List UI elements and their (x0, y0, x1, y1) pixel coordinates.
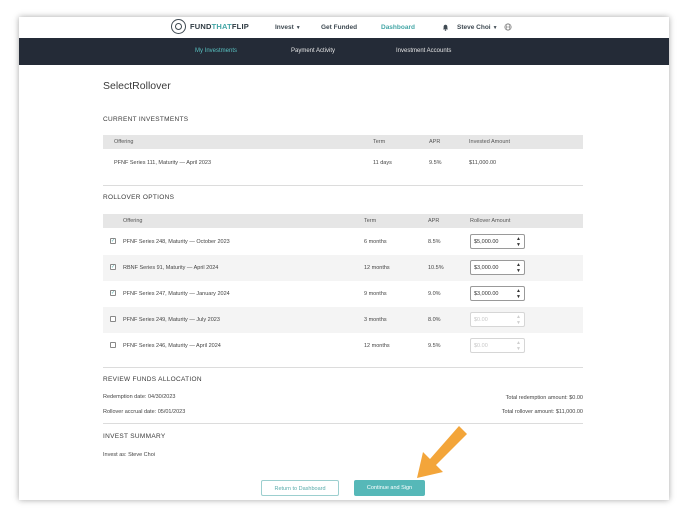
logo[interactable]: FUNDTHATFLIP (171, 19, 249, 34)
row-term: 11 days (373, 160, 392, 166)
col-term: Term (373, 139, 386, 145)
bell-icon[interactable] (442, 24, 449, 33)
row-term: 12 months (364, 265, 390, 271)
row-offering: PFNF Series 249, Maturity — July 2023 (123, 317, 220, 323)
table-row: PFNF Series 246, Maturity — April 2024 1… (103, 333, 583, 359)
total-rollover-amount: Total rollover amount: $11,000.00 (501, 409, 583, 415)
tab-my-investments[interactable]: My Investments (195, 48, 237, 54)
col-offering: Offering (123, 218, 143, 224)
table-row: ✓ PFNF Series 248, Maturity — October 20… (103, 229, 583, 255)
row-apr: 9.5% (428, 343, 441, 349)
col-invested-amount: Invested Amount (469, 139, 510, 145)
col-term: Term (364, 218, 377, 224)
table-row: ✓ PFNF Series 247, Maturity — January 20… (103, 281, 583, 307)
nav-get-funded[interactable]: Get Funded (321, 24, 357, 31)
stepper-icon[interactable]: ▲ ▼ (516, 314, 521, 326)
row-offering: PFNF Series 246, Maturity — April 2024 (123, 343, 221, 349)
stepper-icon[interactable]: ▲ ▼ (516, 262, 521, 274)
divider (103, 367, 583, 368)
page-title: SelectRollover (103, 80, 171, 92)
row-checkbox[interactable] (110, 316, 116, 322)
rollover-options-title: ROLLOVER OPTIONS (103, 194, 175, 201)
total-redemption-amount: Total redemption amount: $0.00 (505, 395, 583, 401)
app-window: FUNDTHATFLIP Invest ▼ Get Funded Dashboar… (19, 17, 669, 500)
top-nav: FUNDTHATFLIP Invest ▼ Get Funded Dashboar… (19, 17, 669, 38)
stepper-icon[interactable]: ▲ ▼ (516, 288, 521, 300)
row-offering: PFNF Series 111, Maturity — April 2023 (114, 160, 211, 166)
return-to-dashboard-button[interactable]: Return to Dashboard (261, 480, 339, 496)
col-rollover-amount: Rollover Amount (470, 218, 511, 224)
row-term: 6 months (364, 239, 387, 245)
row-checkbox[interactable]: ✓ (110, 238, 116, 244)
row-checkbox[interactable] (110, 342, 116, 348)
rollover-amount-input[interactable]: $3,000.00 ▲ ▼ (470, 260, 525, 275)
stepper-icon[interactable]: ▲ ▼ (516, 236, 521, 248)
review-funds-title: REVIEW FUNDS ALLOCATION (103, 376, 202, 383)
col-offering: Offering (114, 139, 134, 145)
stepper-icon[interactable]: ▲ ▼ (516, 340, 521, 352)
row-checkbox[interactable]: ✓ (110, 290, 116, 296)
row-offering: RBNF Series 91, Maturity — April 2024 (123, 265, 219, 271)
row-apr: 10.5% (428, 265, 444, 271)
row-apr: 8.0% (428, 317, 441, 323)
logo-icon (171, 19, 186, 34)
row-term: 3 months (364, 317, 387, 323)
divider (103, 185, 583, 186)
row-term: 9 months (364, 291, 387, 297)
rollover-amount-input[interactable]: $5,000.00 ▲ ▼ (470, 234, 525, 249)
tab-investment-accounts[interactable]: Investment Accounts (396, 48, 451, 54)
redemption-date: Redemption date: 04/30/2023 (103, 394, 176, 400)
row-apr: 8.5% (428, 239, 441, 245)
table-row: PFNF Series 111, Maturity — April 2023 1… (103, 150, 583, 176)
current-table-header: Offering Term APR Invested Amount (103, 135, 583, 149)
col-apr: APR (429, 139, 441, 145)
rollover-amount-input[interactable]: $0.00 ▲ ▼ (470, 312, 525, 327)
user-menu[interactable]: Steve Choi ▼ (457, 24, 498, 31)
chevron-down-icon: ▼ (295, 25, 301, 31)
invest-summary-title: INVEST SUMMARY (103, 433, 166, 440)
rollover-amount-input[interactable]: $0.00 ▲ ▼ (470, 338, 525, 353)
table-row: ✓ RBNF Series 91, Maturity — April 2024 … (103, 255, 583, 281)
pointer-arrow-icon (417, 426, 467, 478)
divider (103, 423, 583, 424)
current-investments-title: CURRENT INVESTMENTS (103, 116, 189, 123)
nav-dashboard[interactable]: Dashboard (381, 24, 415, 31)
chevron-down-icon: ▼ (492, 25, 498, 31)
brand-name: FUNDTHATFLIP (190, 22, 249, 31)
row-term: 12 months (364, 343, 390, 349)
invest-as: Invest as: Steve Choi (103, 452, 155, 458)
rollover-accrual-date: Rollover accrual date: 05/01/2023 (103, 409, 186, 415)
row-offering: PFNF Series 248, Maturity — October 2023 (123, 239, 230, 245)
continue-and-sign-button[interactable]: Continue and Sign (354, 480, 425, 496)
nav-invest[interactable]: Invest ▼ (275, 24, 301, 31)
rollover-table-header: Offering Term APR Rollover Amount (103, 214, 583, 228)
table-row: PFNF Series 249, Maturity — July 2023 3 … (103, 307, 583, 333)
row-checkbox[interactable]: ✓ (110, 264, 116, 270)
col-apr: APR (428, 218, 440, 224)
globe-icon[interactable] (504, 23, 512, 33)
row-apr: 9.5% (429, 160, 442, 166)
row-amount: $11,000.00 (469, 160, 497, 166)
sub-nav: My Investments Payment Activity Investme… (19, 38, 669, 65)
tab-payment-activity[interactable]: Payment Activity (291, 48, 335, 54)
rollover-amount-input[interactable]: $3,000.00 ▲ ▼ (470, 286, 525, 301)
row-offering: PFNF Series 247, Maturity — January 2024 (123, 291, 230, 297)
row-apr: 9.0% (428, 291, 441, 297)
